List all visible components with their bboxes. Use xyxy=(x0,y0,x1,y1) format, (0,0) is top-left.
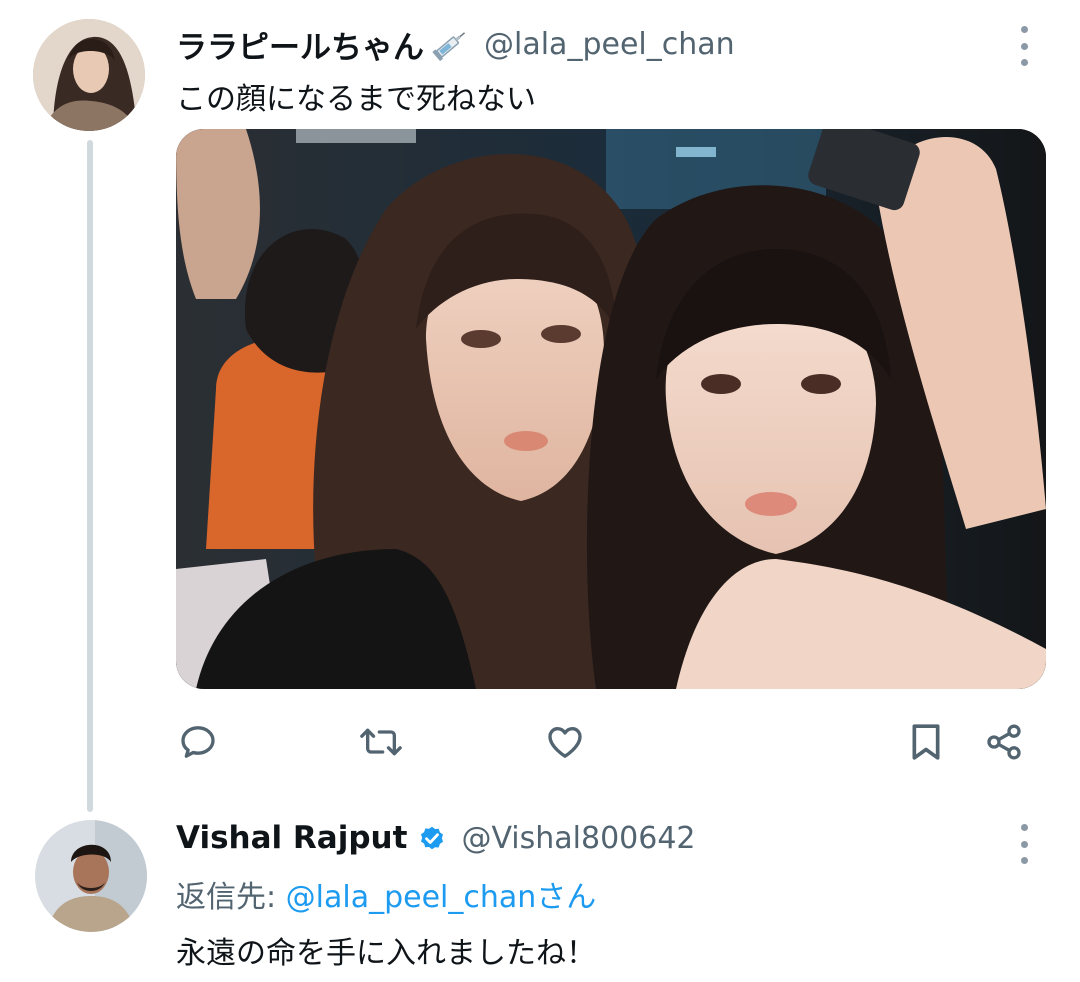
tweet-text: この顔になるまで死ねない xyxy=(176,82,536,117)
display-name[interactable]: ララピールちゃん xyxy=(176,22,424,67)
more-options-icon[interactable] xyxy=(1014,26,1034,66)
tweet-header: ララピールちゃん @lala_peel_chan xyxy=(176,22,735,67)
retweet-icon[interactable] xyxy=(359,720,403,764)
reply-display-name[interactable]: Vishal Rajput xyxy=(176,820,407,856)
replying-to-label: 返信先: xyxy=(176,880,286,915)
like-icon[interactable] xyxy=(543,720,587,764)
reply-more-options-icon[interactable] xyxy=(1014,824,1034,864)
replying-to-line: 返信先: @lala_peel_chanさん xyxy=(176,872,596,916)
bookmark-icon[interactable] xyxy=(904,720,948,764)
reply-icon[interactable] xyxy=(176,720,220,764)
reply-avatar[interactable] xyxy=(35,820,147,932)
tweet-media-image[interactable] xyxy=(176,129,1046,689)
avatar[interactable] xyxy=(33,19,145,131)
user-handle[interactable]: @lala_peel_chan xyxy=(484,27,735,62)
verified-badge-icon xyxy=(417,823,447,853)
syringe-icon xyxy=(430,27,470,63)
thread-connector-line xyxy=(87,140,93,812)
replying-to-mention[interactable]: @lala_peel_chanさん xyxy=(286,880,597,915)
reply-header: Vishal Rajput @Vishal800642 xyxy=(176,820,696,856)
share-icon[interactable] xyxy=(982,720,1026,764)
reply-user-handle[interactable]: @Vishal800642 xyxy=(461,821,695,856)
reply-text: 永遠の命を手に入れましたね！ xyxy=(176,936,596,971)
